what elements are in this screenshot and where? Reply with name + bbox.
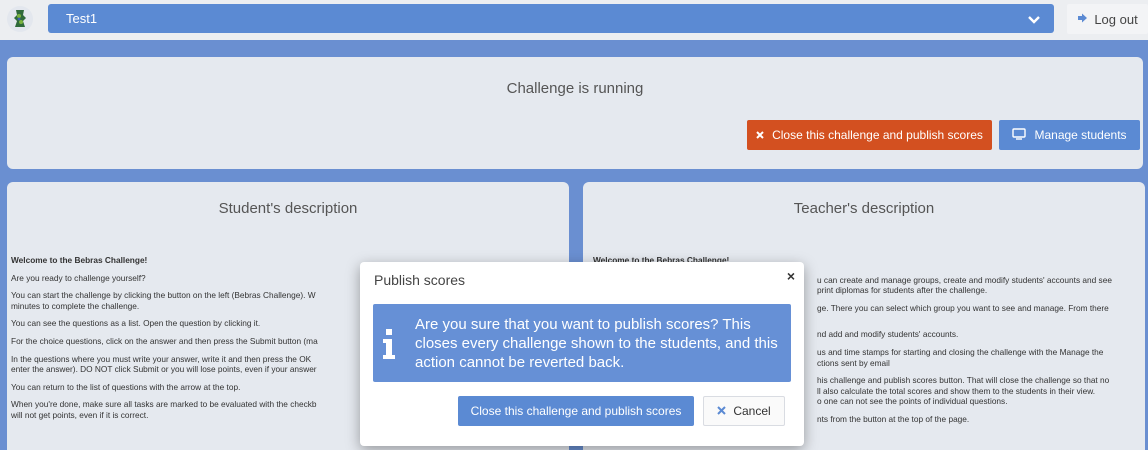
cancel-label: Cancel bbox=[733, 404, 771, 418]
confirmation-message: Are you sure that you want to publish sc… bbox=[415, 316, 778, 371]
close-challenge-label: Close this challenge and publish scores bbox=[772, 128, 983, 142]
manage-students-button[interactable]: Manage students bbox=[999, 120, 1140, 150]
close-icon[interactable]: × bbox=[787, 268, 795, 284]
cancel-button[interactable]: Cancel bbox=[703, 396, 785, 426]
top-bar: Test1 Log out bbox=[0, 0, 1148, 40]
chevron-down-icon bbox=[1028, 12, 1040, 30]
group-select[interactable]: Test1 bbox=[48, 4, 1054, 33]
modal-title: Publish scores bbox=[374, 272, 466, 288]
teacher-description-title: Teacher's description bbox=[793, 200, 935, 217]
publish-scores-modal: Publish scores × Are you sure that you w… bbox=[360, 262, 804, 446]
bebras-logo-icon[interactable] bbox=[7, 6, 33, 32]
challenge-status-panel: Challenge is running Close this challeng… bbox=[7, 57, 1143, 169]
manage-students-label: Manage students bbox=[1034, 128, 1127, 142]
confirmation-alert: Are you sure that you want to publish sc… bbox=[373, 304, 791, 382]
group-select-value: Test1 bbox=[66, 11, 98, 26]
confirm-publish-button[interactable]: Close this challenge and publish scores bbox=[458, 396, 694, 426]
monitor-icon bbox=[1012, 127, 1027, 143]
times-icon bbox=[717, 404, 727, 418]
times-icon bbox=[756, 128, 764, 142]
close-challenge-button[interactable]: Close this challenge and publish scores bbox=[747, 120, 992, 150]
info-icon bbox=[382, 329, 396, 359]
challenge-status-title: Challenge is running bbox=[506, 80, 644, 97]
logout-button[interactable]: Log out bbox=[1067, 4, 1148, 34]
sign-out-icon bbox=[1077, 13, 1088, 26]
logout-label: Log out bbox=[1094, 11, 1138, 27]
student-description-title: Student's description bbox=[218, 200, 358, 217]
